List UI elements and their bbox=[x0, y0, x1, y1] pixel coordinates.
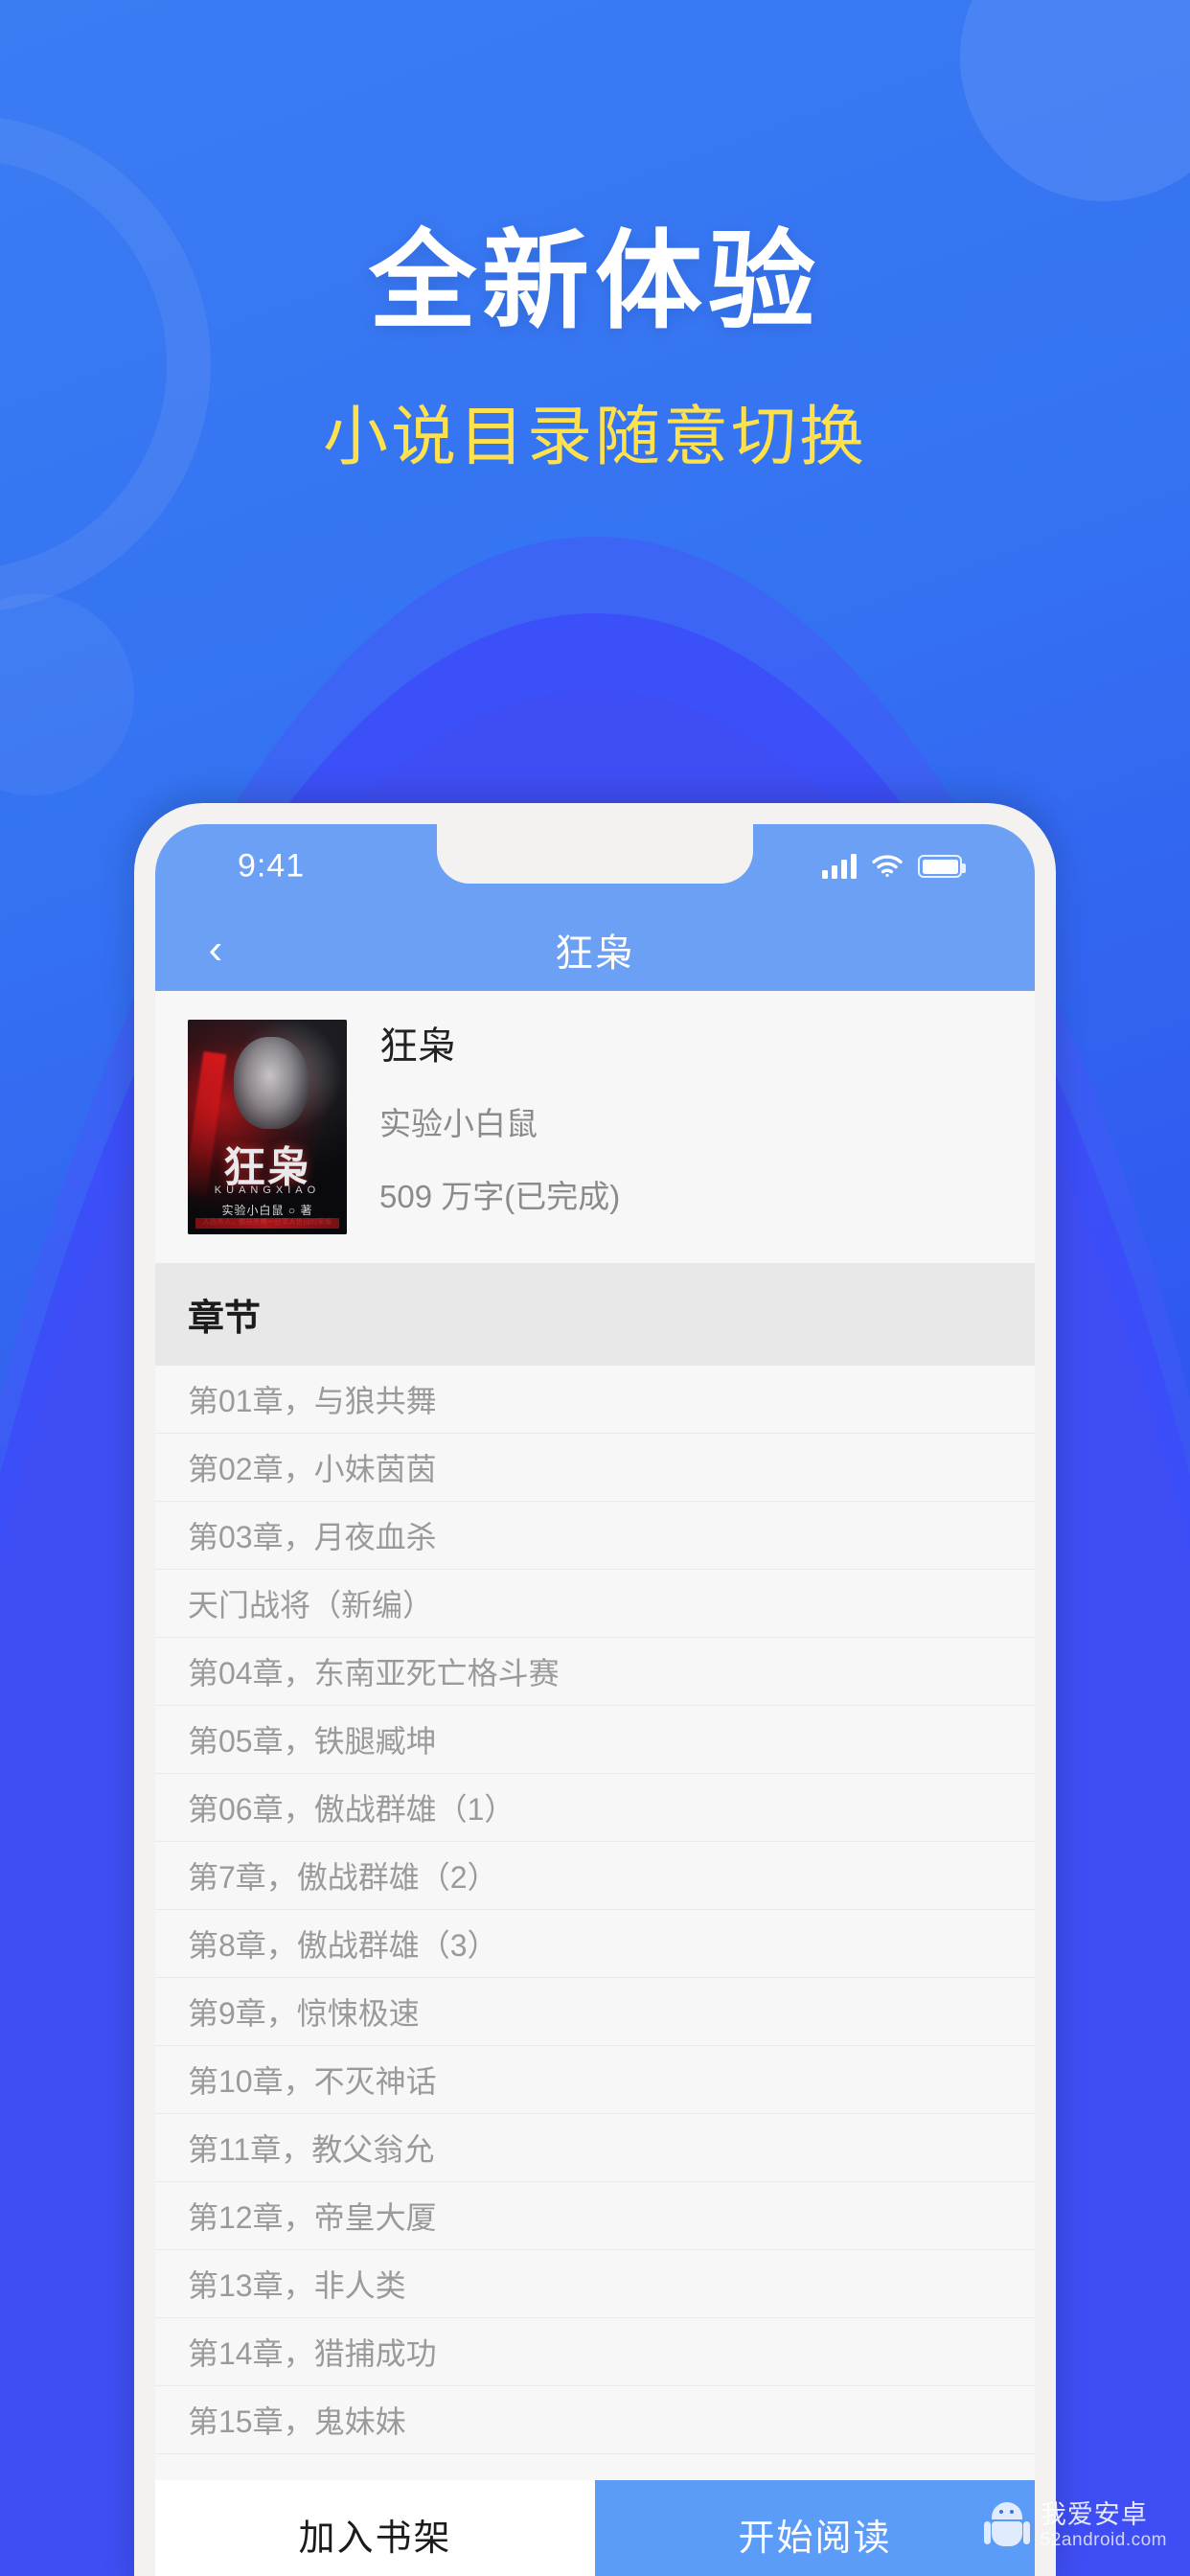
signal-bars-icon bbox=[822, 854, 857, 879]
chapter-list-item[interactable]: 第15章，鬼妹妹 bbox=[155, 2386, 1035, 2454]
decorative-circle-left-lower bbox=[0, 594, 134, 795]
book-author: 实验小白鼠 bbox=[379, 1106, 538, 1141]
watermark-title: 我爱安卓 bbox=[1040, 2500, 1148, 2530]
watermark-text: 我爱安卓 52android.com bbox=[1041, 2500, 1167, 2551]
cover-band bbox=[195, 1218, 339, 1229]
nav-title: 狂枭 bbox=[555, 932, 635, 975]
chapter-list-item[interactable]: 第04章，东南亚死亡格斗赛 bbox=[155, 1638, 1035, 1706]
wifi-icon bbox=[872, 855, 903, 877]
promo-subheadline: 小说目录随意切换 bbox=[322, 401, 867, 473]
chapter-list-item[interactable]: 第11章，教父翁允 bbox=[155, 2114, 1035, 2182]
chapter-list-item[interactable]: 第12章，帝皇大厦 bbox=[155, 2182, 1035, 2250]
back-button[interactable]: ‹ bbox=[194, 928, 238, 972]
chapter-list-item[interactable]: 第9章，惊悚极速 bbox=[155, 1978, 1035, 2046]
status-time: 9:41 bbox=[238, 847, 306, 885]
chapter-list-item[interactable]: 第8章，傲战群雄（3） bbox=[155, 1910, 1035, 1978]
promo-headline: 全新体验 bbox=[369, 221, 821, 341]
chapter-list-item[interactable]: 第02章，小妹茵茵 bbox=[155, 1434, 1035, 1502]
book-title: 狂枭 bbox=[379, 1025, 456, 1068]
decorative-ring-left bbox=[0, 115, 211, 613]
chapter-list-item[interactable]: 天门战将（新编） bbox=[155, 1570, 1035, 1638]
battery-icon bbox=[918, 855, 966, 878]
start-reading-button[interactable]: 开始阅读 bbox=[595, 2480, 1035, 2576]
android-robot-icon bbox=[983, 2501, 1030, 2550]
chapter-list-item[interactable]: 第03章，月夜血杀 bbox=[155, 1502, 1035, 1570]
nav-bar: ‹ 狂枭 bbox=[155, 908, 1035, 991]
chapter-section-title: 章节 bbox=[155, 1263, 1035, 1366]
chapter-list-item[interactable]: 第14章，猎捕成功 bbox=[155, 2318, 1035, 2386]
watermark-url: 52android.com bbox=[1040, 2530, 1167, 2551]
phone-screen: 9:41 ‹ 狂枭 狂枭 KUANGXIAO 实验小白鼠 ○ 著 狂枭 实验小白… bbox=[155, 824, 1035, 2576]
watermark: 我爱安卓 52android.com bbox=[983, 2500, 1167, 2551]
book-header: 狂枭 KUANGXIAO 实验小白鼠 ○ 著 人挡杀人，佛挡杀佛一日享人世间的荣… bbox=[155, 991, 1035, 1263]
bottom-action-bar: 加入书架 开始阅读 bbox=[155, 2480, 1035, 2576]
chapter-list-item[interactable]: 第7章，傲战群雄（2） bbox=[155, 1842, 1035, 1910]
chapter-list-item[interactable]: 第05章，铁腿臧坤 bbox=[155, 1706, 1035, 1774]
chapter-list-item[interactable]: 第01章，与狼共舞 bbox=[155, 1366, 1035, 1434]
cover-author-credit: 实验小白鼠 ○ 著 bbox=[221, 1204, 313, 1217]
status-icons bbox=[822, 854, 966, 879]
book-cover-image: 狂枭 KUANGXIAO 实验小白鼠 ○ 著 人挡杀人，佛挡杀佛一日享人世间的荣… bbox=[188, 1020, 347, 1234]
chapter-list-item[interactable]: 第06章，傲战群雄（1） bbox=[155, 1774, 1035, 1842]
decorative-circle-top-right bbox=[960, 0, 1190, 201]
chapter-list-item[interactable]: 第10章，不灭神话 bbox=[155, 2046, 1035, 2114]
phone-mockup: 9:41 ‹ 狂枭 狂枭 KUANGXIAO 实验小白鼠 ○ 著 狂枭 实验小白… bbox=[134, 803, 1056, 2576]
add-to-shelf-button[interactable]: 加入书架 bbox=[155, 2480, 595, 2576]
chapter-list-item[interactable]: 第13章，非人类 bbox=[155, 2250, 1035, 2318]
book-meta: 狂枭 实验小白鼠 509 万字(已完成) bbox=[379, 1020, 620, 1234]
cover-pinyin: KUANGXIAO bbox=[214, 1184, 321, 1196]
chapter-list[interactable]: 第01章，与狼共舞 第02章，小妹茵茵 第03章，月夜血杀 天门战将（新编） 第… bbox=[155, 1366, 1035, 2454]
book-word-count: 509 万字(已完成) bbox=[379, 1179, 621, 1214]
status-bar: 9:41 bbox=[155, 824, 1035, 908]
phone-notch bbox=[437, 824, 753, 884]
